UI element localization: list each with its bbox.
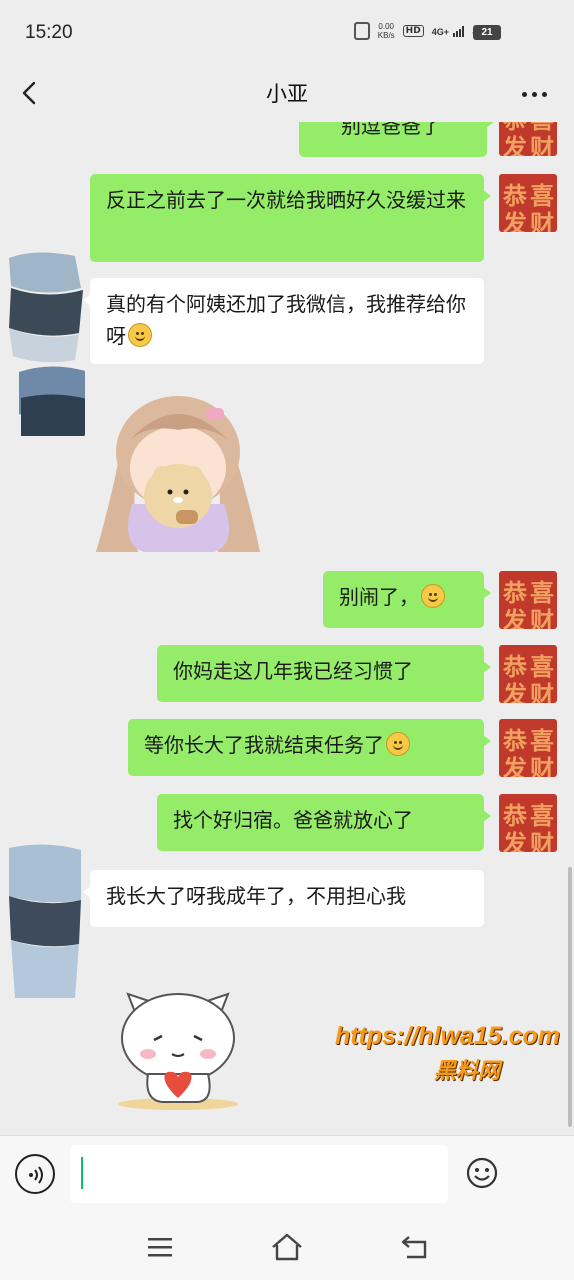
network-speed-unit: KB/s [377, 31, 395, 40]
my-avatar[interactable]: 恭 喜 发 财 [499, 719, 557, 777]
grimace-emoji-icon [386, 732, 410, 756]
watermark-name: 黑料网 [433, 1058, 500, 1083]
sticker-girl-hugging-bear[interactable] [90, 394, 265, 554]
status-time: 15:20 [25, 22, 73, 43]
worried-emoji-icon [421, 584, 445, 608]
menu-icon [148, 1238, 172, 1257]
menu-button[interactable] [140, 1229, 180, 1265]
contact-avatar-image [5, 248, 85, 438]
message-input[interactable] [70, 1145, 448, 1203]
input-bar [0, 1135, 574, 1215]
system-navigation-bar [0, 1215, 574, 1280]
message-text: 你妈走这几年我已经习惯了 [173, 659, 413, 683]
message-bubble-sent[interactable]: 反正之前去了一次就给我晒好久没缓过来 [90, 174, 491, 262]
message-bubble-sent[interactable]: 等你长大了我就结束任务了 [128, 719, 491, 776]
battery-icon: 21 [473, 25, 501, 40]
sim1-signal-icon: 4G+ [431, 25, 465, 37]
message-bubble-sent[interactable]: 别闹了， [323, 571, 491, 628]
vibrate-icon [353, 22, 370, 40]
contact-avatar-image [5, 840, 85, 1000]
message-text: 我长大了呀我成年了，不用担心我 [106, 884, 406, 908]
my-avatar[interactable]: 恭 喜 发 财 [499, 571, 557, 629]
sim1-label: 4G+ [431, 26, 449, 37]
message-text: 别闹了， [339, 585, 419, 609]
more-button[interactable] [516, 76, 552, 112]
more-dots-icon [521, 91, 527, 97]
home-icon [272, 1233, 302, 1261]
chat-title: 小亚 [266, 82, 308, 106]
chat-area[interactable]: 别逗爸爸了 恭 喜 发 财 反正之前去了一次就给我晒好久没缓过来 恭 喜 发 财… [0, 122, 574, 1135]
home-button[interactable] [267, 1229, 307, 1265]
my-avatar[interactable]: 恭 喜 发 财 [499, 174, 557, 232]
cat-sticker-image [118, 992, 238, 1110]
chat-header: 小亚 [0, 66, 574, 122]
message-bubble-received[interactable]: 我长大了呀我成年了，不用担心我 [83, 870, 484, 927]
voice-icon [29, 1166, 43, 1184]
contact-avatar[interactable] [5, 248, 85, 438]
chat-scrollbar[interactable] [568, 867, 572, 1127]
message-text: 等你长大了我就结束任务了 [144, 733, 384, 757]
grin-emoji-icon [128, 323, 152, 347]
contact-avatar[interactable] [5, 840, 85, 1000]
network-speed: 0.00 KB/s [378, 22, 395, 40]
message-text: 别逗爸爸了 [341, 122, 441, 138]
message-text: 反正之前去了一次就给我晒好久没缓过来 [106, 188, 466, 212]
return-icon [401, 1236, 427, 1259]
watermark: https://hlwa15.com 黑料网 [300, 1022, 560, 1085]
return-button[interactable] [395, 1229, 435, 1265]
message-bubble-sent[interactable]: 找个好归宿。爸爸就放心了 [157, 794, 491, 851]
my-avatar[interactable]: 恭 喜 发 财 [499, 794, 557, 852]
network-speed-value: 0.00 [378, 22, 394, 31]
message-text: 真的有个阿姨还加了我微信，我推荐给你呀 [106, 292, 466, 348]
sticker-cat-holding-heart[interactable] [108, 974, 248, 1114]
my-avatar[interactable]: 恭 喜 发 财 [499, 122, 557, 156]
message-bubble-sent[interactable]: 你妈走这几年我已经习惯了 [157, 645, 491, 702]
emoji-button[interactable] [462, 1153, 502, 1193]
emoji-icon [466, 1157, 498, 1189]
girl-sticker-image [96, 396, 260, 552]
my-avatar[interactable]: 恭 喜 发 财 [499, 645, 557, 703]
message-bubble-received[interactable]: 真的有个阿姨还加了我微信，我推荐给你呀 [83, 278, 484, 364]
watermark-url: https://hlwa15.com [334, 1022, 560, 1050]
message-bubble-sent[interactable]: 别逗爸爸了 [299, 122, 494, 157]
message-text: 找个好归宿。爸爸就放心了 [173, 808, 413, 832]
text-cursor [81, 1157, 83, 1189]
voice-button[interactable] [15, 1154, 55, 1194]
hd-badge: HD [402, 25, 424, 37]
status-bar: 15:20 0.00 KB/s HD 4G+ 4G 21 [0, 0, 574, 66]
